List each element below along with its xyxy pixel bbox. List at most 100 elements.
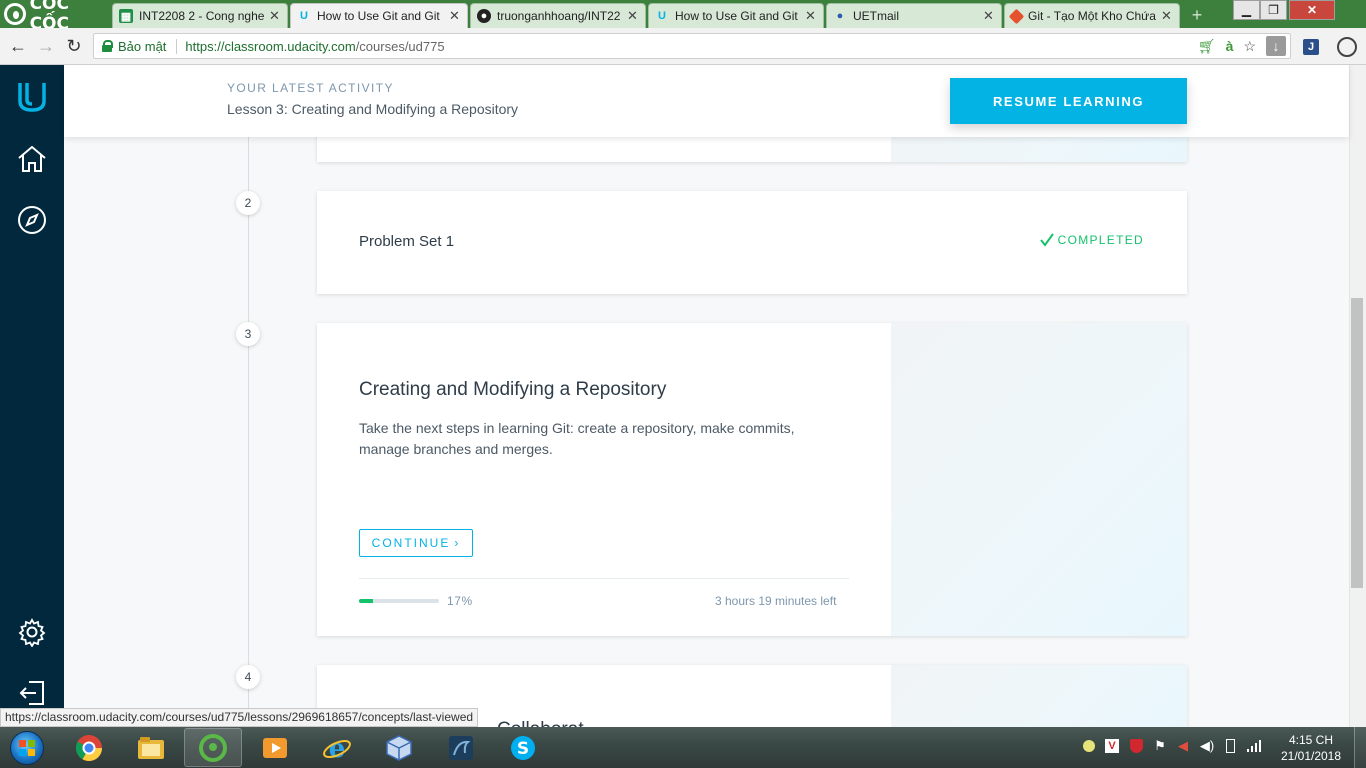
tray-speaker-muted-icon[interactable]: ◀: [1174, 737, 1192, 755]
continue-button[interactable]: CONTINUE ›: [359, 529, 473, 557]
udacity-logo-icon[interactable]: [12, 77, 52, 117]
tray-antivirus-icon[interactable]: V: [1103, 737, 1121, 755]
latest-activity-bar: YOUR LATEST ACTIVITY Lesson 3: Creating …: [64, 65, 1349, 137]
tab-title: INT2208 2 - Cong nghe: [139, 9, 265, 23]
continue-label: CONTINUE: [371, 536, 451, 550]
latest-activity-title[interactable]: Lesson 3: Creating and Modifying a Repos…: [227, 101, 518, 117]
close-icon[interactable]: ✕: [449, 8, 461, 24]
extension-icon[interactable]: J: [1300, 36, 1322, 58]
scrollbar-thumb[interactable]: [1351, 298, 1363, 588]
windows-taskbar: e S V ⚑ ◀ ◀︎) 4:15 CH 21/01/2018: [0, 727, 1366, 768]
lesson-card-art: [891, 323, 1187, 636]
tab-udacity[interactable]: U How to Use Git and Git ✕: [648, 3, 824, 28]
resume-learning-button[interactable]: RESUME LEARNING: [950, 78, 1187, 124]
svg-text:S: S: [517, 739, 529, 759]
coccoc-taskbar-icon[interactable]: [184, 728, 242, 767]
close-icon[interactable]: ✕: [805, 8, 817, 24]
tab-spreadsheet[interactable]: ▦ INT2208 2 - Cong nghe ✕: [112, 3, 288, 28]
problem-set-title: Problem Set 1: [359, 233, 455, 250]
latest-activity-label: YOUR LATEST ACTIVITY: [227, 81, 394, 95]
back-button[interactable]: ←: [8, 36, 28, 56]
lesson-progress-bar: [359, 599, 439, 603]
link-status-tooltip: https://classroom.udacity.com/courses/ud…: [0, 708, 479, 727]
browser-tab-strip: CỐC CỐC ▦ INT2208 2 - Cong nghe ✕ U How …: [0, 0, 1366, 34]
lock-icon: [102, 40, 113, 52]
tray-shield-icon[interactable]: [1127, 737, 1145, 755]
url-path: /courses/ud775: [355, 38, 445, 54]
lesson-title[interactable]: Creating and Modifying a Repository: [359, 379, 666, 401]
tab-git-docs[interactable]: Git - Tạo Một Kho Chứa ✕: [1004, 3, 1180, 28]
chevron-right-icon: ›: [454, 536, 461, 550]
tab-title: UETmail: [853, 9, 900, 23]
lesson-card-current: Creating and Modifying a Repository Take…: [317, 323, 1187, 636]
sheets-icon: ▦: [119, 9, 133, 23]
chrome-taskbar-icon[interactable]: [60, 728, 118, 767]
restore-button[interactable]: ❐: [1260, 0, 1287, 20]
file-explorer-taskbar-icon[interactable]: [122, 728, 180, 767]
system-clock[interactable]: 4:15 CH 21/01/2018: [1276, 732, 1346, 764]
internet-explorer-taskbar-icon[interactable]: e: [308, 728, 366, 767]
tray-network-icon[interactable]: [1245, 737, 1263, 755]
windows-logo-icon: [10, 731, 44, 765]
download-icon[interactable]: ↓: [1266, 36, 1286, 56]
reload-button[interactable]: ↻: [64, 36, 84, 56]
translate-icon[interactable]: à: [1226, 38, 1234, 54]
lesson-card-art: [891, 665, 1187, 727]
settings-gear-icon[interactable]: [12, 612, 52, 652]
bookmark-star-icon[interactable]: ☆: [1243, 38, 1256, 55]
problem-set-card[interactable]: Problem Set 1 COMPLETED: [317, 191, 1187, 294]
secure-label: Bảo mật: [118, 38, 178, 54]
show-desktop-button[interactable]: [1354, 727, 1366, 768]
address-toolbar: ← → ↻ Bảo mật https://classroom.udacity.…: [0, 28, 1366, 65]
skype-taskbar-icon[interactable]: S: [494, 728, 552, 767]
minimize-button[interactable]: ▁: [1233, 0, 1260, 20]
close-icon[interactable]: ✕: [627, 8, 639, 24]
url-text[interactable]: https://classroom.udacity.com/courses/ud…: [185, 39, 444, 54]
completed-label: COMPLETED: [1057, 233, 1144, 247]
close-icon[interactable]: ✕: [269, 8, 281, 24]
clock-time: 4:15 CH: [1288, 733, 1334, 747]
new-tab-button[interactable]: +: [1188, 6, 1206, 24]
step-number: 2: [236, 191, 260, 215]
start-button[interactable]: [4, 728, 50, 768]
tray-flag-icon[interactable]: ⚑: [1151, 737, 1169, 755]
timeline-line: [248, 137, 249, 727]
lesson-progress-fill: [359, 599, 373, 603]
tab-uetmail[interactable]: ● UETmail ✕: [826, 3, 1002, 28]
tab-github[interactable]: ● truonganhhoang/INT22 ✕: [470, 3, 646, 28]
svg-text:e: e: [329, 734, 346, 763]
address-bar[interactable]: Bảo mật https://classroom.udacity.com/co…: [93, 33, 1291, 59]
close-icon[interactable]: ✕: [1161, 8, 1173, 24]
mail-icon: ●: [836, 10, 844, 22]
tray-app-icon[interactable]: [1080, 737, 1098, 755]
coccoc-logo[interactable]: CỐC CỐC: [0, 0, 112, 34]
virtualbox-taskbar-icon[interactable]: [370, 728, 428, 767]
lesson-description: Take the next steps in learning Git: cre…: [359, 420, 795, 457]
udacity-icon: U: [300, 10, 308, 22]
url-host: https://classroom.udacity.com: [185, 38, 356, 54]
media-player-taskbar-icon[interactable]: [246, 728, 304, 767]
git-icon: [1008, 8, 1025, 24]
time-left: 3 hours 19 minutes left: [715, 594, 837, 608]
home-icon[interactable]: [12, 139, 52, 179]
clock-date: 21/01/2018: [1280, 749, 1342, 763]
profile-icon[interactable]: [1336, 36, 1358, 58]
github-icon: ●: [477, 9, 491, 23]
logout-icon[interactable]: [12, 673, 52, 713]
tray-volume-icon[interactable]: ◀︎): [1198, 737, 1216, 755]
tab-title: How to Use Git and Git: [317, 9, 440, 23]
compass-icon[interactable]: [12, 200, 52, 240]
shopping-cart-icon[interactable]: 🛒︎: [1198, 38, 1216, 55]
tab-title: How to Use Git and Git: [675, 9, 798, 23]
tab-udacity-active[interactable]: U How to Use Git and Git ✕: [290, 3, 468, 28]
step-number: 3: [236, 322, 260, 346]
forward-button[interactable]: →: [36, 36, 56, 56]
mysql-workbench-taskbar-icon[interactable]: [432, 728, 490, 767]
tab-title: Git - Tạo Một Kho Chứa: [1028, 9, 1156, 23]
checkmark-icon: [1039, 233, 1054, 247]
coccoc-leaf-icon: [4, 3, 26, 25]
udacity-icon: U: [658, 10, 666, 22]
window-close-button[interactable]: ✕: [1289, 0, 1335, 20]
close-icon[interactable]: ✕: [983, 8, 995, 24]
tray-battery-icon[interactable]: [1221, 737, 1239, 755]
